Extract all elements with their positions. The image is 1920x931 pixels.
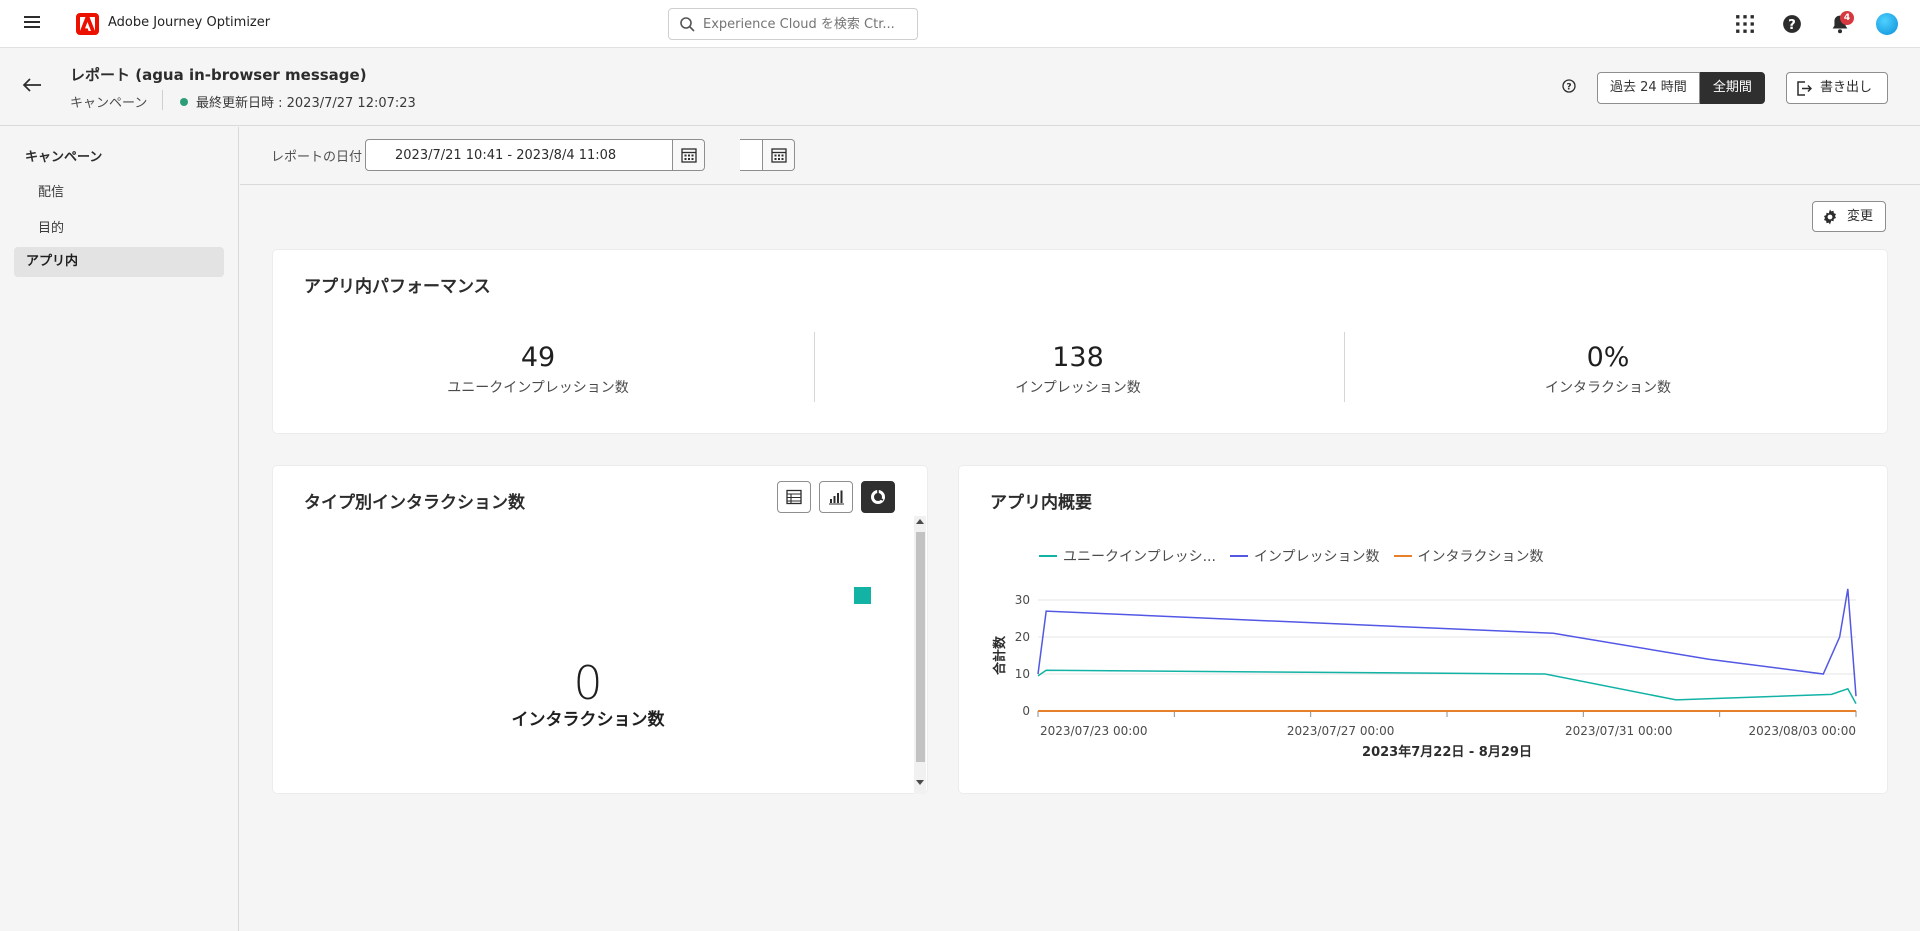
scroll-down-icon[interactable]	[916, 780, 924, 786]
x-tick-label: 2023/08/03 00:00	[1748, 724, 1856, 738]
bar-chart-icon	[829, 490, 844, 505]
menu-icon[interactable]	[24, 16, 40, 30]
info-help-icon[interactable]: ?	[1562, 79, 1576, 93]
performance-card: アプリ内パフォーマンス 49 ユニークインプレッション数 138 インプレッショ…	[273, 250, 1887, 433]
scroll-up-icon[interactable]	[916, 518, 924, 524]
calendar-icon	[681, 148, 697, 163]
x-tick-label: 2023/07/31 00:00	[1565, 724, 1673, 738]
sidebar-item-delivery[interactable]: 配信	[14, 178, 224, 208]
sidebar-heading-campaign[interactable]: キャンペーン	[25, 146, 102, 165]
performance-title: アプリ内パフォーマンス	[304, 277, 491, 297]
kpi-label: インプレッション数	[1015, 380, 1141, 396]
donut-total-value: 0	[573, 656, 603, 710]
calendar-button[interactable]	[672, 140, 704, 170]
page-header: レポート (agua in-browser message) キャンペーン 最終…	[0, 48, 1920, 126]
search-icon	[680, 17, 695, 32]
view-toggle	[777, 481, 895, 513]
back-arrow-icon[interactable]	[22, 77, 42, 93]
donut-chart-icon	[871, 490, 885, 504]
divider	[162, 90, 163, 110]
breadcrumb-campaign: キャンペーン	[70, 96, 148, 111]
apps-grid-icon[interactable]	[1735, 14, 1755, 34]
adobe-logo-icon[interactable]	[76, 13, 99, 35]
kpi-label: インタラクション数	[1545, 380, 1671, 396]
svg-text:?: ?	[1566, 83, 1571, 93]
date-filter-bar: レポートの日付 2023/7/21 10:41 - 2023/8/4 11:08	[240, 127, 1920, 185]
search-field[interactable]	[668, 8, 918, 40]
donut-view-button[interactable]	[861, 481, 895, 513]
avatar[interactable]	[1876, 13, 1898, 35]
app-name[interactable]: Adobe Journey Optimizer	[108, 15, 270, 30]
compare-date-field[interactable]	[740, 139, 795, 171]
sidebar: キャンペーン 配信 目的 アプリ内	[0, 127, 239, 931]
sidebar-item-objectives[interactable]: 目的	[14, 214, 224, 244]
kpi-value: 138	[1052, 342, 1104, 373]
kpi-value: 49	[520, 342, 556, 373]
gear-icon	[1824, 209, 1836, 225]
notification-badge: 4	[1840, 11, 1854, 25]
x-tick-label: 2023/07/27 00:00	[1287, 724, 1395, 738]
report-date-label: レポートの日付	[271, 150, 363, 165]
y-axis-label: 合計数	[992, 635, 1008, 675]
change-label: 変更	[1847, 209, 1874, 224]
scrollbar-thumb[interactable]	[916, 532, 925, 762]
export-icon	[1797, 81, 1812, 96]
page-title: レポート (agua in-browser message)	[70, 66, 367, 84]
series-line	[1037, 669, 1857, 704]
export-label: 書き出し	[1820, 80, 1873, 95]
date-range-field[interactable]: 2023/7/21 10:41 - 2023/8/4 11:08	[365, 139, 705, 171]
time-range-toggle: 過去 24 時間 全期間	[1597, 72, 1765, 104]
legend-swatch	[854, 587, 871, 604]
kpi-value: 0%	[1586, 342, 1630, 373]
date-range-value: 2023/7/21 10:41 - 2023/8/4 11:08	[395, 148, 617, 163]
kpi-unique-impressions: 49 ユニークインプレッション数	[273, 342, 803, 397]
donut-total-label: インタラクション数	[511, 710, 665, 730]
line-chart: 0 10 20 30 2023/07/23 00:00 2023/07/27 00:00 2…	[992, 588, 1857, 760]
y-tick-label: 30	[1015, 593, 1030, 607]
sidebar-item-in-app[interactable]: アプリ内	[14, 247, 224, 277]
help-icon[interactable]: ?	[1782, 14, 1802, 34]
kpi-label: ユニークインプレッション数	[447, 380, 629, 396]
calendar-icon	[771, 148, 787, 163]
in-app-overview-card: アプリ内概要 ユニークインプレッシ... インプレッション数 インタラクション数…	[959, 466, 1887, 793]
export-button[interactable]: 書き出し	[1786, 72, 1888, 104]
interactions-by-type-card: タイプ別インタラクション数 0 インタラクション数	[273, 466, 927, 794]
status-dot	[180, 98, 188, 106]
kpi-interactions: 0% インタラクション数	[1343, 342, 1873, 397]
interactions-title: タイプ別インタラクション数	[304, 493, 525, 513]
svg-text:?: ?	[1788, 18, 1796, 33]
range-all-button[interactable]: 全期間	[1699, 72, 1765, 104]
compare-calendar-button[interactable]	[762, 140, 794, 170]
search-input[interactable]	[703, 15, 903, 33]
top-nav: Adobe Journey Optimizer ? 4	[0, 0, 1920, 48]
bar-view-button[interactable]	[819, 481, 853, 513]
table-icon	[786, 489, 802, 505]
y-tick-label: 20	[1015, 630, 1030, 644]
last-updated: 最終更新日時 : 2023/7/27 12:07:23	[196, 96, 416, 111]
y-tick-label: 10	[1015, 667, 1030, 681]
x-tick-label: 2023/07/23 00:00	[1040, 724, 1148, 738]
change-settings-button[interactable]: 変更	[1812, 201, 1886, 232]
range-24h-button[interactable]: 過去 24 時間	[1597, 72, 1700, 104]
x-axis-label: 2023年7月22日 - 8月29日	[1362, 744, 1532, 760]
y-tick-label: 0	[1022, 704, 1030, 718]
kpi-impressions: 138 インプレッション数	[813, 342, 1343, 397]
series-line	[1037, 588, 1857, 697]
table-view-button[interactable]	[777, 481, 811, 513]
